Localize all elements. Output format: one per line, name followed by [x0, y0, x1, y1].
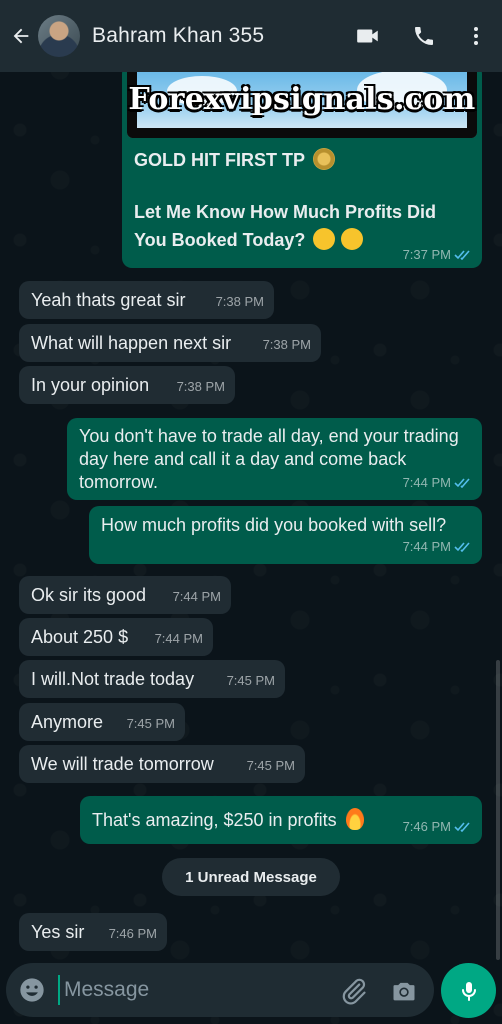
time-text: 7:44 PM	[154, 631, 203, 646]
microphone-icon	[461, 981, 476, 1001]
time-text: 7:46 PM	[108, 926, 157, 941]
message-text: Anymore	[31, 712, 104, 732]
camera-icon[interactable]	[390, 977, 418, 1005]
message-time: 7:44 PM	[155, 627, 203, 650]
fire-emoji-icon	[345, 808, 364, 830]
unread-messages-divider: 1 Unread Message	[162, 858, 340, 896]
message-text: Yeah thats great sir	[31, 290, 186, 310]
message-text: That's amazing, $250 in profits	[92, 808, 364, 832]
money-mouth-emoji-icon	[341, 228, 364, 250]
incoming-message[interactable]: Anymore 7:45 PM	[19, 703, 185, 741]
incoming-message[interactable]: Ok sir its good 7:44 PM	[19, 576, 231, 614]
message-time: 7:37 PM	[403, 247, 472, 262]
message-time: 7:38 PM	[263, 333, 311, 356]
time-text: 7:44 PM	[172, 589, 221, 604]
video-call-icon[interactable]	[346, 14, 390, 58]
incoming-message[interactable]: About 250 $ 7:44 PM	[19, 618, 213, 656]
message-composer	[6, 963, 434, 1017]
chat-header: Bahram Khan 355	[0, 0, 502, 72]
message-text: How much profits did you booked with sel…	[101, 515, 447, 535]
contact-name[interactable]: Bahram Khan 355	[92, 24, 346, 48]
read-receipt-icon	[454, 822, 470, 832]
incoming-message[interactable]: We will trade tomorrow 7:45 PM	[19, 745, 305, 783]
incoming-message[interactable]: Yes sir 7:46 PM	[19, 913, 167, 951]
image-message[interactable]: Forexvipsignals.com GOLD HIT FIRST TP Le…	[122, 72, 482, 268]
coin-emoji-icon	[312, 148, 335, 170]
message-text: We will trade tomorrow	[31, 754, 214, 774]
outgoing-message[interactable]: That's amazing, $250 in profits 7:46 PM	[80, 796, 482, 844]
time-text: 7:45 PM	[226, 673, 275, 688]
message-text: GOLD HIT FIRST TP	[134, 148, 335, 171]
read-receipt-icon	[454, 250, 470, 260]
emoji-icon[interactable]	[18, 976, 46, 1004]
time-text: 7:37 PM	[402, 247, 451, 262]
outgoing-message[interactable]: You don't have to trade all day, end you…	[67, 418, 482, 500]
message-time: 7:44 PM	[403, 535, 472, 558]
avatar[interactable]	[38, 15, 80, 57]
message-time: 7:45 PM	[127, 712, 175, 735]
banner-brand-text: Forexvipsignals.com	[128, 82, 476, 117]
time-text: 7:38 PM	[176, 379, 225, 394]
time-text: 7:38 PM	[215, 294, 264, 309]
gold-tp-text: GOLD HIT FIRST TP	[134, 150, 305, 170]
message-time: 7:46 PM	[109, 922, 157, 945]
message-time: 7:45 PM	[247, 754, 295, 777]
message-time: 7:46 PM	[403, 815, 472, 838]
message-text: What will happen next sir	[31, 333, 232, 353]
message-text: Ok sir its good	[31, 585, 147, 605]
incoming-message[interactable]: Yeah thats great sir 7:38 PM	[19, 281, 274, 319]
time-text: 7:45 PM	[126, 716, 175, 731]
message-text: Let Me Know How Much Profits Did You Boo…	[134, 198, 464, 254]
message-list[interactable]: Forexvipsignals.com GOLD HIT FIRST TP Le…	[0, 72, 502, 960]
read-receipt-icon	[454, 542, 470, 552]
message-body: That's amazing, $250 in profits	[92, 810, 337, 830]
message-time: 7:38 PM	[177, 375, 225, 398]
message-time: 7:45 PM	[227, 669, 275, 692]
more-options-icon[interactable]	[454, 14, 498, 58]
message-time: 7:44 PM	[403, 471, 472, 494]
time-text: 7:44 PM	[402, 475, 451, 490]
message-text: In your opinion	[31, 375, 150, 395]
time-text: 7:44 PM	[402, 539, 451, 554]
time-text: 7:38 PM	[262, 337, 311, 352]
message-input[interactable]	[58, 975, 328, 1005]
incoming-message[interactable]: What will happen next sir 7:38 PM	[19, 324, 321, 362]
incoming-message[interactable]: In your opinion 7:38 PM	[19, 366, 235, 404]
message-time: 7:38 PM	[216, 290, 264, 313]
time-text: 7:45 PM	[246, 758, 295, 773]
time-text: 7:46 PM	[402, 819, 451, 834]
forex-banner-image[interactable]: Forexvipsignals.com	[127, 72, 477, 138]
back-arrow-icon[interactable]	[6, 16, 36, 56]
microphone-button[interactable]	[441, 963, 496, 1018]
incoming-message[interactable]: I will.Not trade today 7:45 PM	[19, 660, 285, 698]
read-receipt-icon	[454, 478, 470, 488]
message-time: 7:44 PM	[173, 585, 221, 608]
profit-question-text: Let Me Know How Much Profits Did You Boo…	[134, 202, 436, 250]
outgoing-message[interactable]: How much profits did you booked with sel…	[89, 506, 482, 564]
message-text: Yes sir	[31, 922, 85, 942]
message-text: I will.Not trade today	[31, 669, 195, 689]
voice-call-icon[interactable]	[402, 14, 446, 58]
message-text: About 250 $	[31, 627, 129, 647]
attachment-icon[interactable]	[340, 977, 368, 1005]
star-struck-emoji-icon	[313, 228, 336, 250]
scrollbar[interactable]	[496, 660, 500, 960]
